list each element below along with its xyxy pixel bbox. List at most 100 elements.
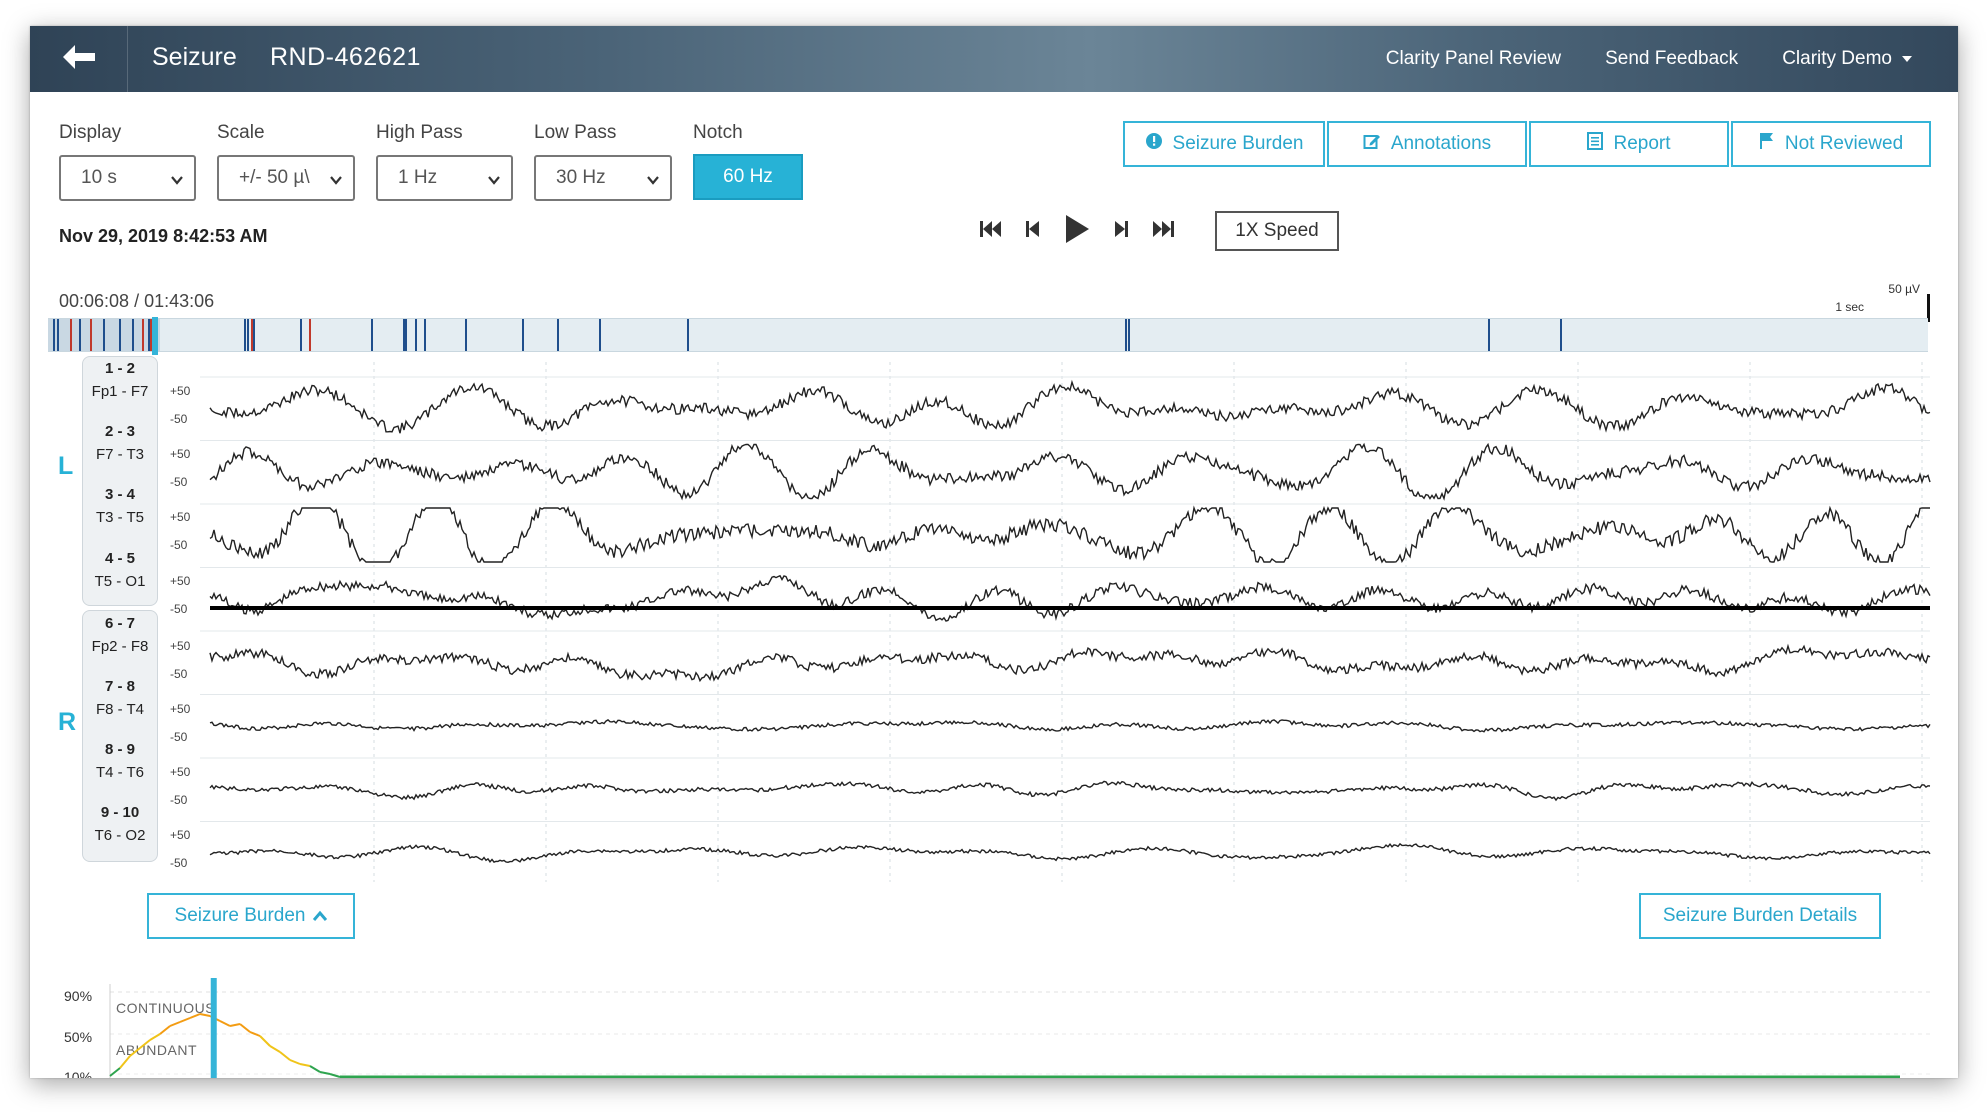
step-forward-button[interactable] <box>1114 220 1128 243</box>
notch-label: Notch <box>693 122 743 143</box>
timeline-event-marker[interactable] <box>69 319 72 351</box>
timeline-event-marker[interactable] <box>102 319 105 351</box>
scale-time: 1 sec <box>1835 300 1864 314</box>
channel-montage: Fp1 - F7 <box>91 383 149 400</box>
timeline-event-marker[interactable] <box>52 319 55 351</box>
timeline-event-marker[interactable] <box>598 319 601 351</box>
timeline-event-marker[interactable] <box>90 319 93 351</box>
skip-to-end-button[interactable] <box>1152 220 1174 243</box>
channel-label: 7 - 8 F8 - T4 <box>82 678 158 718</box>
nav-panel-review[interactable]: Clarity Panel Review <box>1386 48 1561 70</box>
amplitude-minus-label: -50 <box>170 412 188 426</box>
timeline-event-marker[interactable] <box>131 319 134 351</box>
timeline-event-marker[interactable] <box>405 319 408 351</box>
eeg-channel-trace <box>209 842 1931 864</box>
chevron-down-icon <box>487 171 501 193</box>
timeline-event-marker[interactable] <box>119 319 122 351</box>
recording-timeline[interactable] <box>48 317 1928 355</box>
caret-down-icon <box>1902 56 1912 62</box>
back-button[interactable] <box>30 26 128 92</box>
step-back-icon <box>1026 220 1040 243</box>
amplitude-plus-label: +50 <box>170 510 191 525</box>
notch-toggle[interactable]: 60 Hz <box>693 154 803 200</box>
scale-indicator: 50 µV 1 sec <box>1760 282 1930 322</box>
channel-montage: T5 - O1 <box>94 572 146 590</box>
timeline-event-marker[interactable] <box>465 319 468 351</box>
arrow-left-icon <box>61 43 97 76</box>
timeline-event-marker[interactable] <box>371 319 374 351</box>
timeline-event-marker[interactable] <box>1559 319 1562 351</box>
seizure-burden-details-button[interactable]: Seizure Burden Details <box>1639 893 1881 939</box>
seizure-burden-toggle[interactable]: Seizure Burden <box>147 893 355 939</box>
low-pass-select[interactable]: 30 Hz <box>534 155 672 201</box>
eeg-channel-trace <box>209 505 1930 564</box>
play-button[interactable] <box>1064 214 1090 249</box>
display-select[interactable]: 10 s <box>59 155 196 201</box>
timeline-event-marker[interactable] <box>79 319 82 351</box>
chevron-down-icon <box>170 171 184 193</box>
amplitude-plus-label: +50 <box>170 702 191 716</box>
timeline-event-marker[interactable] <box>1125 319 1128 351</box>
amplitude-plus-label: +50 <box>170 573 191 588</box>
report-button[interactable]: Report <box>1529 121 1729 167</box>
page-title: Seizure <box>152 43 237 71</box>
amplitude-minus-label: -50 <box>170 730 188 744</box>
channel-montage: T4 - T6 <box>95 764 145 782</box>
display-value: 10 s <box>81 167 117 188</box>
channel-label: 3 - 4 T3 - T5 <box>82 486 158 526</box>
timeline-event-marker[interactable] <box>557 319 560 351</box>
elapsed-time: 00:06:08 / 01:43:06 <box>59 291 215 311</box>
channel-label: 4 - 5 T5 - O1 <box>82 550 158 590</box>
report-icon <box>1587 132 1613 156</box>
burden-position-marker[interactable] <box>210 978 217 1078</box>
burden-curve-segment <box>159 1025 171 1035</box>
timeline-event-marker[interactable] <box>147 319 150 351</box>
scale-select[interactable]: +/- 50 µ\ <box>217 155 355 201</box>
channel-montage: Fp2 - F8 <box>91 637 149 655</box>
speed-button[interactable]: 1X Speed <box>1215 211 1339 251</box>
burden-curve-segment <box>229 1023 241 1027</box>
recording-datetime: Nov 29, 2019 8:42:53 AM <box>59 226 268 246</box>
timeline-playhead[interactable] <box>152 317 159 355</box>
low-pass-label: Low Pass <box>534 122 617 143</box>
timeline-event-marker[interactable] <box>1488 319 1491 351</box>
nav-send-feedback[interactable]: Send Feedback <box>1605 48 1738 70</box>
high-pass-select[interactable]: 1 Hz <box>376 155 513 201</box>
record-id: RND-462621 <box>270 43 421 71</box>
burden-curve-segment <box>149 1033 161 1041</box>
timeline-event-marker[interactable] <box>414 319 417 351</box>
timeline-event-marker[interactable] <box>521 319 524 351</box>
right-hemisphere-label: R <box>58 708 77 736</box>
timeline-event-marker[interactable] <box>687 319 690 351</box>
annotations-button[interactable]: Annotations <box>1327 121 1527 167</box>
amplitude-minus-label: -50 <box>170 793 188 808</box>
not-reviewed-button[interactable]: Not Reviewed <box>1731 121 1931 167</box>
timeline-event-marker[interactable] <box>424 319 426 351</box>
timeline-event-marker[interactable] <box>252 319 255 351</box>
timeline-event-marker[interactable] <box>142 319 144 351</box>
amplitude-minus-label: -50 <box>170 856 188 871</box>
skip-to-start-button[interactable] <box>980 220 1002 243</box>
not-reviewed-button-label: Not Reviewed <box>1784 133 1904 154</box>
step-back-button[interactable] <box>1026 220 1040 243</box>
channel-montage: T6 - O2 <box>94 827 146 845</box>
user-menu[interactable]: Clarity Demo <box>1782 48 1912 70</box>
channel-label: 9 - 10 T6 - O2 <box>82 804 158 844</box>
flag-icon <box>1759 132 1785 156</box>
amplitude-minus-label: -50 <box>170 538 188 553</box>
channel-number: 8 - 9 <box>104 741 135 759</box>
left-hemisphere-label: L <box>58 452 74 480</box>
timeline-event-marker[interactable] <box>57 319 60 351</box>
burden-curve-segment <box>289 1059 301 1065</box>
timeline-event-marker[interactable] <box>243 319 246 351</box>
timeline-event-marker[interactable] <box>1128 319 1131 351</box>
timeline-event-marker[interactable] <box>247 319 250 351</box>
seizure-burden-chart: 90% 50% 10% CONTINUOUS ABUNDANT <box>30 956 1958 1078</box>
top-bar: Seizure RND-462621 Clarity Panel Review … <box>30 26 1958 92</box>
timeline-event-marker[interactable] <box>299 319 302 351</box>
channel-number: 7 - 8 <box>104 678 135 695</box>
user-menu-label: Clarity Demo <box>1782 48 1892 69</box>
channel-number: 9 - 10 <box>100 804 140 822</box>
timeline-event-marker[interactable] <box>309 319 312 351</box>
seizure-burden-button[interactable]: Seizure Burden <box>1123 121 1325 167</box>
